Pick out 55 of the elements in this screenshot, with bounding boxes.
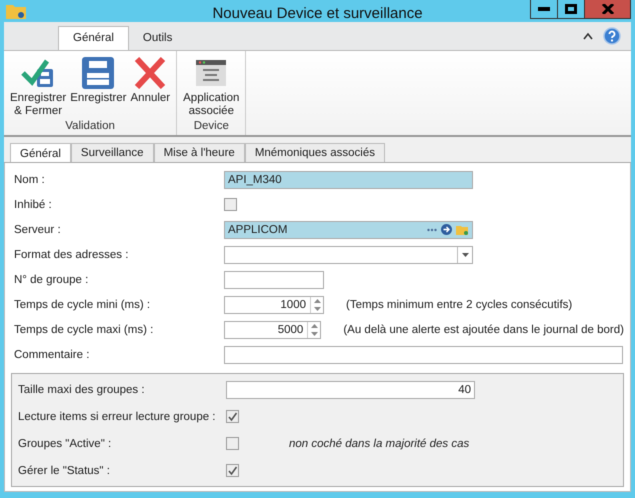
ribbon-tab[interactable]: Général [58, 26, 129, 50]
folder-icon [6, 3, 26, 19]
form-tab[interactable]: Surveillance [70, 143, 154, 162]
input-field[interactable]: 40 [226, 380, 475, 398]
ribbon-button[interactable]: Enregistrer [68, 51, 128, 120]
field-label: Groupes "Active" : [17, 438, 112, 450]
window-title: Nouveau Device et surveillance [212, 5, 423, 22]
spin-field[interactable]: 5000 [224, 320, 322, 338]
input-field[interactable] [224, 270, 324, 288]
field-label: Serveur : [13, 224, 62, 236]
server-field[interactable]: APPLICOM [224, 220, 473, 238]
hint-text: non coché dans la majorité des cas [289, 438, 470, 450]
cross-icon [133, 57, 168, 89]
field-label: Taille maxi des groupes : [17, 384, 146, 396]
form-tab[interactable]: Mise à l'heure [154, 143, 245, 162]
window-icon [194, 57, 228, 89]
ribbon-group-label: Device [192, 120, 230, 134]
field-label: Format des adresses : [13, 248, 130, 260]
caret-icon [462, 252, 468, 256]
field-label: Temps de cycle mini (ms) : [13, 298, 152, 310]
minimize-icon [538, 7, 550, 11]
field-label: Commentaire : [13, 348, 90, 360]
check-disk-icon [21, 57, 56, 89]
ribbon-button[interactable]: Application associée [181, 51, 242, 120]
ribbon-tab[interactable]: Outils [128, 27, 186, 50]
field-label: Gérer le "Status" : [17, 464, 111, 476]
ribbon-button[interactable]: Annuler [128, 51, 172, 120]
input-field[interactable]: API_M340 [224, 170, 473, 188]
arrow-icon [441, 224, 452, 235]
checkbox[interactable] [226, 464, 239, 477]
spinner-icon [310, 322, 318, 336]
close-button[interactable] [584, 0, 630, 18]
maximize-icon [565, 4, 577, 14]
checkbox[interactable] [224, 198, 237, 211]
checkbox[interactable] [226, 437, 239, 450]
hint-text: (Au delà une alerte est ajoutée dans le journal de bord) [343, 324, 624, 336]
field-label: Inhibé : [13, 198, 53, 210]
form-tab[interactable]: Général [10, 143, 71, 162]
spin-field[interactable]: 1000 [224, 296, 324, 314]
form-tab[interactable]: Mnémoniques associés [244, 143, 385, 162]
field-label: Nom : [13, 174, 46, 186]
hint-text: (Temps minimum entre 2 cycles consécutifs) [346, 298, 572, 310]
checkbox[interactable] [226, 410, 239, 423]
field-label: Lecture items si erreur lecture groupe : [17, 410, 217, 422]
folder-icon [456, 224, 469, 234]
close-icon [602, 4, 614, 14]
more-icon [427, 228, 437, 232]
ribbon-button[interactable]: Enregistrer & Fermer [8, 51, 68, 120]
field-label: N° de groupe : [13, 274, 90, 286]
ribbon-group-label: Validation [64, 120, 116, 134]
field-label: Temps de cycle maxi (ms) : [13, 324, 154, 336]
collapse-icon[interactable] [583, 32, 593, 40]
input-field[interactable] [224, 346, 623, 364]
help-icon[interactable] [603, 27, 621, 45]
spinner-icon [314, 298, 320, 312]
